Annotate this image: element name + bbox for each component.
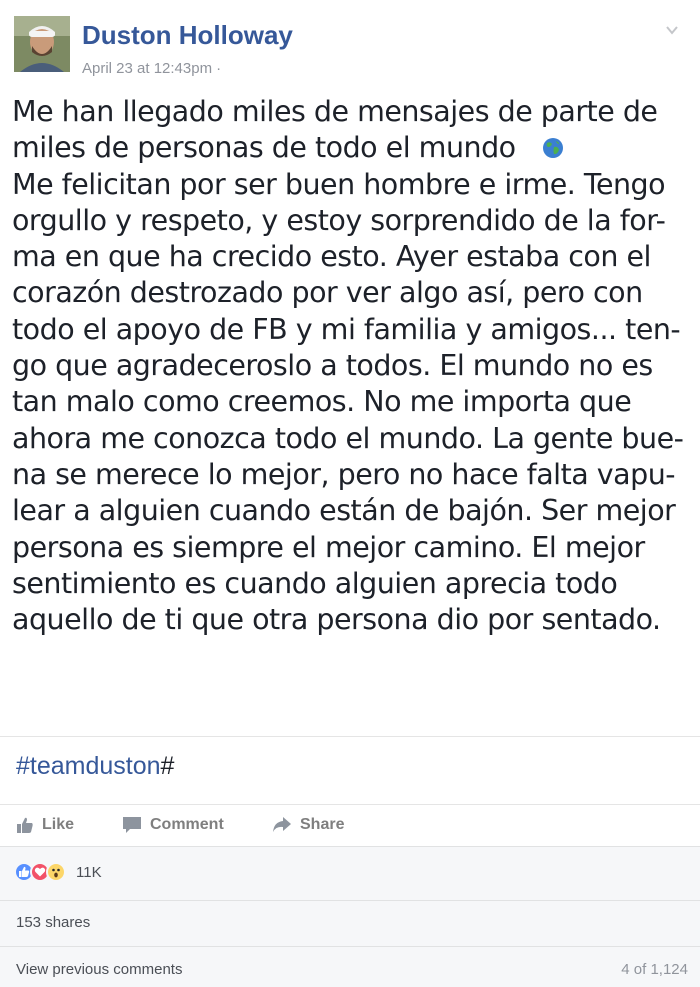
post-meta: April 23 at 12:43pm ·: [82, 60, 221, 77]
post-header: Duston Holloway April 23 at 12:43pm ·: [0, 0, 700, 90]
facebook-post: Duston Holloway April 23 at 12:43pm · Me …: [0, 0, 700, 987]
share-label: Share: [300, 816, 345, 833]
reactions-summary[interactable]: 11K: [14, 862, 102, 882]
post-line: corazón destrozado por ver algo así, per…: [12, 276, 643, 310]
post-line: tan malo como creemos. No me importa que: [12, 385, 632, 419]
post-timestamp[interactable]: April 23 at 12:43pm: [82, 60, 212, 77]
chevron-down-icon[interactable]: [664, 22, 680, 38]
post-footer: 11K 153 shares View previous comments 4 …: [0, 846, 700, 987]
post-line: go que agradeceroslo a todos. El mundo n…: [12, 349, 653, 383]
post-line: ma en que ha crecido esto. Ayer estaba c…: [12, 240, 651, 274]
reaction-count: 11K: [76, 863, 102, 881]
post-line: lear a alguien cuando están de bajón. Se…: [12, 494, 676, 528]
post-line: Me felicitan por ser buen hombre e irme.…: [12, 167, 666, 201]
privacy-separator: ·: [216, 60, 222, 77]
divider: [0, 846, 700, 847]
like-thumb-icon: [17, 817, 33, 833]
action-bar: Like Comment Share: [0, 806, 700, 846]
hashtag-suffix: #: [160, 752, 175, 780]
divider: [0, 804, 700, 805]
like-button[interactable]: Like: [16, 816, 74, 834]
post-line: ahora me conozca todo el mundo. La gente…: [12, 421, 684, 455]
avatar[interactable]: [14, 16, 70, 72]
share-arrow-icon: [273, 817, 291, 832]
divider: [0, 946, 700, 947]
post-line: Me han llegado miles de mensajes de part…: [12, 95, 658, 128]
post-line: na se merece lo mejor, pero no hace falt…: [12, 457, 676, 491]
author-name[interactable]: Duston Holloway: [82, 20, 293, 51]
globe-icon: [542, 132, 564, 159]
like-label: Like: [42, 816, 75, 833]
wow-reaction-icon: [46, 862, 66, 882]
comment-button[interactable]: Comment: [122, 816, 224, 834]
comment-position: 4 of 1,124: [621, 961, 688, 978]
post-line: aquello de ti que otra persona dio por s…: [12, 603, 661, 637]
post-line: miles de personas de todo el mundo: [12, 130, 692, 166]
post-line: todo el apoyo de FB y mi familia y amigo…: [12, 312, 681, 346]
shares-count[interactable]: 153 shares: [16, 914, 90, 931]
post-body: Me han llegado miles de mensajes de part…: [12, 94, 692, 638]
divider: [0, 736, 700, 737]
post-line: orgullo y respeto, y estoy sorprendido d…: [12, 203, 666, 237]
share-button[interactable]: Share: [272, 816, 344, 834]
post-line: sentimiento es cuando alguien aprecia to…: [12, 566, 618, 600]
comment-label: Comment: [150, 816, 224, 833]
divider: [0, 900, 700, 901]
hashtag-line: #teamduston#: [16, 752, 174, 781]
post-line: persona es siempre el mejor camino. El m…: [12, 530, 645, 564]
hashtag-link[interactable]: #teamduston: [16, 752, 161, 780]
comment-bubble-icon: [123, 817, 141, 833]
view-previous-comments-link[interactable]: View previous comments: [16, 961, 182, 978]
